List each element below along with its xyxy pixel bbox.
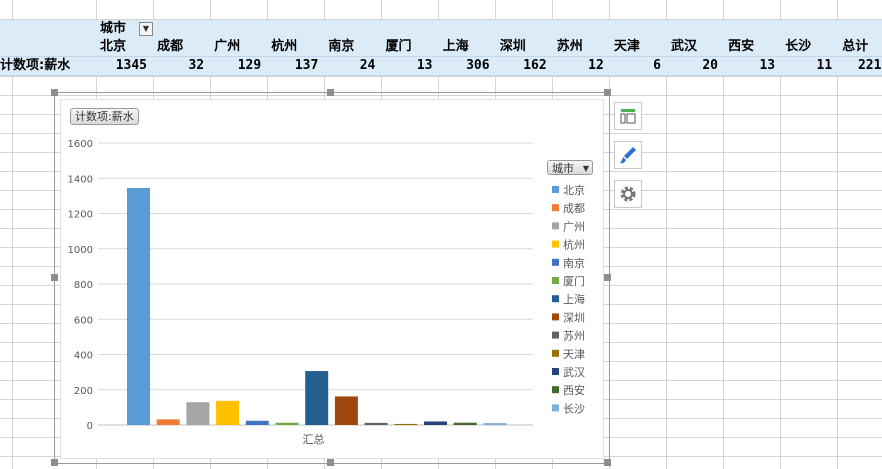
bar-3[interactable] [186, 402, 210, 425]
bar-2[interactable] [156, 419, 180, 425]
legend-swatch [552, 313, 559, 321]
legend-entry[interactable]: 天津 [563, 348, 585, 361]
y-tick-label: 0 [87, 421, 93, 432]
bar-11[interactable] [424, 421, 447, 425]
legend-swatch [552, 186, 559, 193]
y-tick-label: 800 [74, 280, 93, 291]
legend-entry[interactable]: 西安 [563, 383, 585, 397]
legend-entry[interactable]: 长沙 [563, 402, 585, 415]
legend-swatch [552, 277, 559, 284]
bar-7[interactable] [305, 371, 329, 425]
bar-5[interactable] [245, 420, 269, 425]
legend-entry[interactable]: 武汉 [563, 366, 585, 379]
legend-swatch [552, 386, 559, 394]
y-tick-label: 600 [74, 315, 93, 326]
bar-12[interactable] [453, 422, 477, 425]
legend-swatch [552, 240, 559, 248]
chart-value-field-button[interactable]: 计数项:薪水 [70, 108, 139, 125]
y-tick-label: 400 [74, 351, 93, 362]
legend-entry[interactable]: 北京 [563, 183, 585, 197]
bar-8[interactable] [334, 396, 358, 425]
y-tick-label: 1400 [68, 174, 93, 185]
bar-13[interactable] [483, 423, 507, 425]
paintbrush-icon [620, 147, 636, 164]
legend-swatch [552, 404, 559, 412]
legend-swatch [552, 204, 559, 212]
chevron-down-icon: ▼ [582, 164, 589, 173]
chart-filters-button[interactable] [614, 180, 642, 208]
legend-entry[interactable]: 南京 [563, 256, 585, 270]
legend-entry[interactable]: 苏州 [563, 330, 585, 343]
y-tick-label: 1200 [68, 210, 93, 221]
chart-elements-icon [620, 109, 636, 124]
chart-plot[interactable]: 0 200 400 600 800 1000 1200 1400 1600 汇总 北京成都广州杭州南… [0, 0, 882, 469]
bar-1[interactable] [127, 187, 150, 425]
legend-field-button[interactable]: 城市 ▼ [547, 160, 593, 175]
legend-swatch [552, 331, 559, 339]
bar-4[interactable] [216, 400, 240, 425]
x-category-label: 汇总 [303, 432, 325, 446]
legend-entry[interactable]: 厦门 [563, 274, 585, 288]
bar-10[interactable] [394, 423, 418, 425]
legend-entry[interactable]: 成都 [563, 202, 585, 215]
legend-entry[interactable]: 深圳 [563, 311, 585, 324]
bar-9[interactable] [364, 422, 388, 425]
legend-entry[interactable]: 杭州 [563, 238, 585, 252]
legend-entry[interactable]: 上海 [563, 292, 585, 306]
chart-elements-button[interactable] [614, 102, 642, 130]
legend-swatch [552, 295, 559, 303]
y-tick-label: 1600 [68, 139, 93, 150]
y-tick-label: 200 [74, 386, 93, 397]
bar-6[interactable] [275, 422, 299, 425]
gear-icon [620, 186, 636, 202]
legend-entry[interactable]: 广州 [563, 220, 585, 233]
chart-styles-button[interactable] [614, 141, 642, 169]
legend-swatch [552, 222, 559, 230]
legend-swatch [552, 349, 559, 357]
legend-swatch [552, 258, 559, 266]
legend-swatch [552, 368, 559, 375]
legend-field-label: 城市 [552, 162, 574, 175]
y-tick-label: 1000 [68, 245, 93, 256]
